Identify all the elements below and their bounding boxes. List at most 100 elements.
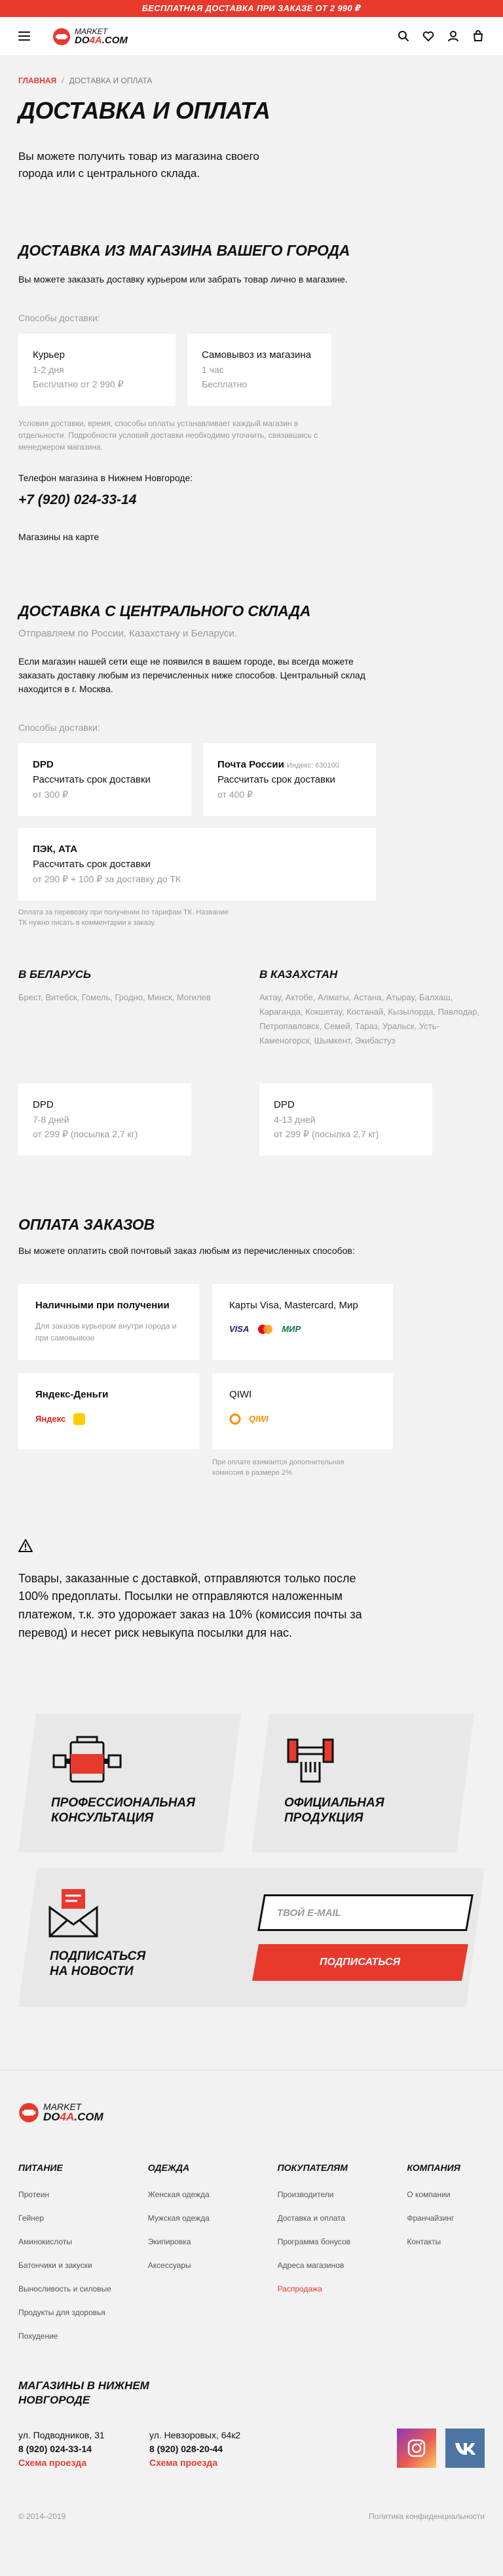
central-delivery-subtitle: Отправляем по России, Казахстану и Белар… [18, 628, 237, 639]
official-product-block: Официальная продукция [252, 1713, 474, 1853]
qiwi-logo-icon [229, 1413, 241, 1424]
calc-link[interactable]: Рассчитать срок доставки [33, 774, 177, 785]
search-icon[interactable] [397, 29, 410, 43]
calc-link[interactable]: Рассчитать срок доставки [33, 859, 362, 870]
method-time: 4-13 дней [274, 1114, 316, 1125]
store-phone[interactable]: 8 (920) 028-20-44 [149, 2442, 280, 2456]
footer-col-title: Компания [407, 2162, 460, 2174]
footer-col-company: Компания О компании Франчайзинг Контакты [407, 2162, 485, 2355]
pay-name: QIWI [229, 1388, 252, 1400]
email-input[interactable] [277, 1907, 454, 1919]
footer-col-title: Питание [18, 2162, 63, 2174]
store-phone[interactable]: +7 (920) 024-33-14 [18, 492, 485, 508]
method-time: 7-8 дней [33, 1114, 69, 1125]
logo-icon [53, 28, 70, 45]
method-time: 1 час [202, 364, 224, 375]
pay-name: Наличными при получении [35, 1299, 170, 1311]
pay-name: Карты Visa, Mastercard, Мир [229, 1299, 358, 1311]
cart-icon[interactable] [472, 29, 485, 43]
method-price: Бесплатно от 2 990 ₽ [33, 379, 124, 389]
subscribe-label: Подписаться [320, 1957, 401, 1968]
warning-icon [18, 1538, 33, 1552]
yandex-wallet-icon [73, 1413, 86, 1425]
footer-link[interactable]: Аксессуары [148, 2261, 278, 2270]
vk-icon[interactable] [445, 2429, 485, 2469]
footer-link[interactable]: Похудение [18, 2332, 148, 2341]
email-field[interactable] [257, 1894, 474, 1932]
mir-icon: МИР [282, 1324, 301, 1334]
store-route-link[interactable]: Схема проезда [18, 2456, 149, 2470]
heart-icon[interactable] [422, 29, 435, 43]
store-route-link[interactable]: Схема проезда [149, 2456, 280, 2470]
footer-link[interactable]: Производители [278, 2190, 407, 2199]
mastercard-icon [258, 1324, 273, 1334]
city-delivery-text: Вы можете заказать доставку курьером или… [18, 274, 348, 284]
method-price: от 299 ₽ (посылка 2,7 кг) [274, 1128, 379, 1139]
tk-note: Оплата за перевозку при получении по тар… [18, 908, 229, 927]
user-icon[interactable] [447, 29, 460, 43]
qiwi-card: QIWI QIWI [212, 1373, 393, 1449]
footer-col-nutrition: Питание Протеин Гейнер Аминокислоты Бато… [18, 2162, 148, 2355]
footer-link[interactable]: Продукты для здоровья [18, 2308, 148, 2317]
central-delivery-section: Доставка с центрального склада Отправляе… [18, 602, 485, 1156]
newsletter-block: Подписатьсяна новости Подписаться [18, 1868, 485, 2008]
method-name: Самовывоз из магазина [202, 349, 312, 361]
pickup-card: Самовывоз из магазина 1 час Бесплатно [187, 334, 331, 406]
footer-link[interactable]: Женская одежда [148, 2190, 278, 2199]
subscribe-button[interactable]: Подписаться [252, 1944, 468, 1981]
logo-line1: MARKET [43, 2101, 82, 2112]
cash-card: Наличными при получении Для заказов курь… [18, 1283, 199, 1360]
method-price: от 290 ₽ + 100 ₽ за доставку до ТК [33, 873, 181, 884]
instagram-icon[interactable] [397, 2429, 436, 2469]
method-price: Бесплатно [202, 379, 248, 389]
stores-heading: Магазины в Нижнем Новгороде [18, 2379, 485, 2408]
stores-map-link[interactable]: Магазины на карте [18, 532, 485, 542]
menu-icon[interactable] [18, 31, 30, 41]
store-phone[interactable]: 8 (920) 024-33-14 [18, 2442, 149, 2456]
kazakhstan-dpd-card: DPD 4-13 дней от 299 ₽ (посылка 2,7 кг) [259, 1083, 432, 1156]
belarus-block: В Беларусь Брест, Витебск, Гомель, Гродн… [18, 968, 244, 1156]
yandex-icon: Яндекс [35, 1414, 66, 1424]
courier-card: Курьер 1-2 дня Бесплатно от 2 990 ₽ [18, 334, 176, 406]
logo-com: .COM [74, 2110, 103, 2123]
logo-4a: 4A [60, 2110, 75, 2123]
method-name: ПЭК, АТА [33, 843, 78, 855]
stores-heading-line: Магазины в Нижнем [18, 2379, 149, 2392]
footer-link[interactable]: Мужская одежда [148, 2214, 278, 2223]
footer-col-clothing: Одежда Женская одежда Мужская одежда Эки… [148, 2162, 278, 2355]
footer-link[interactable]: Экипировка [148, 2237, 278, 2246]
footer-col-title: Покупателям [277, 2162, 348, 2174]
site-logo[interactable]: MARKET DO4A.COM [52, 26, 128, 46]
footer-link[interactable]: Протеин [18, 2190, 148, 2199]
postal-index: Индекс: 630100 [287, 761, 339, 770]
footer-link[interactable]: Доставка и оплата [278, 2214, 407, 2223]
consultation-block: Профессиональная консультация [18, 1713, 241, 1853]
dumbbell-hand-icon [287, 1738, 334, 1783]
mail-icon [48, 1889, 98, 1938]
footer-link[interactable]: Франчайзинг [407, 2214, 485, 2223]
footer-link[interactable]: Программа бонусов [278, 2237, 407, 2246]
privacy-link[interactable]: Политика конфиденциальности [369, 2512, 485, 2521]
footer-link[interactable]: Выносливость и силовые [18, 2284, 148, 2293]
footer-logo[interactable]: MARKET DO4A.COM [18, 2071, 485, 2123]
page-lead: Вы можете получить товар из магазина сво… [18, 150, 259, 180]
site-footer: MARKET DO4A.COM Питание Протеин Гейнер А… [0, 2070, 503, 2548]
footer-link-sale[interactable]: Распродажа [278, 2284, 407, 2293]
footer-link[interactable]: Батончики и закуски [18, 2261, 148, 2270]
belarus-cities: Брест, Витебск, Гомель, Гродно, Минск, М… [18, 992, 211, 1002]
footer-link[interactable]: Адреса магазинов [278, 2261, 407, 2270]
city-delivery-section: Доставка из магазина вашего города Вы мо… [18, 242, 485, 542]
logo-do: DO [43, 2110, 60, 2123]
footer-link[interactable]: Аминокислоты [18, 2237, 148, 2246]
footer-link[interactable]: Гейнер [18, 2214, 148, 2223]
footer-link[interactable]: Контакты [407, 2237, 485, 2246]
footer-link[interactable]: О компании [407, 2190, 485, 2199]
footer-col-customers: Покупателям Производители Доставка и опл… [278, 2162, 407, 2355]
block-caption: консультация [51, 1811, 154, 1825]
breadcrumb-home[interactable]: Главная [18, 76, 56, 85]
method-price: от 299 ₽ (посылка 2,7 кг) [33, 1128, 138, 1139]
calc-link[interactable]: Рассчитать срок доставки [217, 774, 362, 785]
russian-post-card: Почта России Индекс: 630100 Рассчитать с… [203, 743, 376, 816]
method-name: DPD [33, 758, 54, 770]
block-caption: Профессиональная [51, 1796, 195, 1810]
